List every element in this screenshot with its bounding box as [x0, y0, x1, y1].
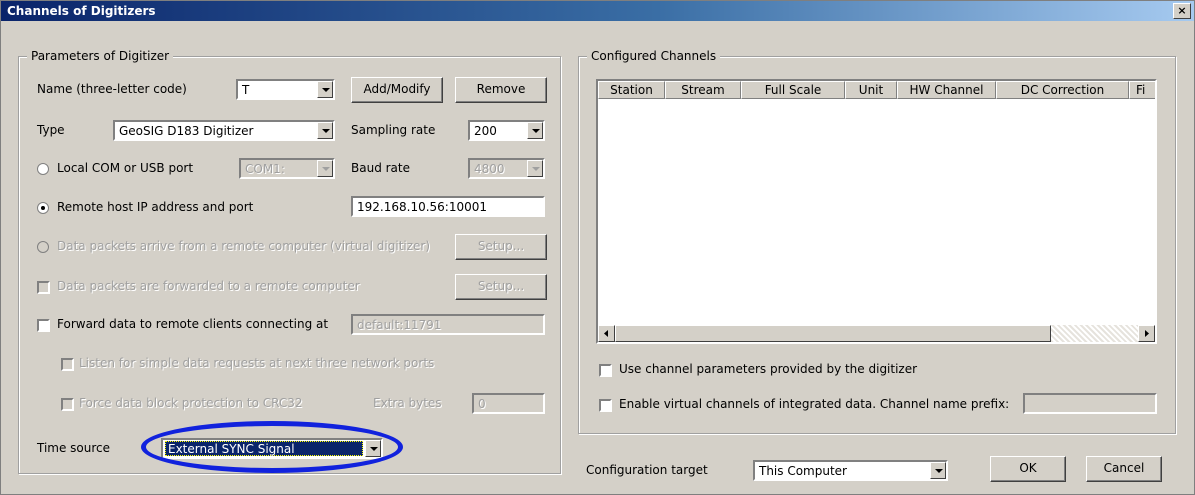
column-header-fi[interactable]: Fi — [1129, 81, 1155, 99]
crc32-label: Force data block protection to CRC32 — [79, 396, 303, 410]
channels-list[interactable]: Station Stream Full Scale Unit HW Channe… — [596, 79, 1157, 344]
arrow-left-icon — [604, 330, 608, 337]
forwarded-label: Data packets are forwarded to a remote c… — [57, 279, 360, 293]
cancel-button[interactable]: Cancel — [1086, 456, 1162, 482]
com-port-value: COM1: — [245, 162, 285, 176]
chevron-down-icon[interactable] — [527, 160, 543, 177]
scroll-left-button[interactable] — [598, 325, 615, 342]
remote-host-radio[interactable] — [37, 202, 49, 214]
chevron-down-icon[interactable] — [317, 122, 333, 139]
baud-rate-label: Baud rate — [351, 161, 410, 175]
local-port-label: Local COM or USB port — [57, 161, 194, 175]
arrow-right-icon — [1145, 330, 1149, 337]
remote-host-label: Remote host IP address and port — [57, 200, 254, 214]
config-target-value: This Computer — [759, 464, 847, 478]
listen-label: Listen for simple data requests at next … — [79, 356, 435, 370]
remote-host-value: 192.168.10.56:10001 — [357, 200, 488, 214]
scroll-thumb[interactable] — [615, 325, 1051, 342]
title-bar[interactable]: Channels of Digitizers × — [1, 1, 1194, 21]
sampling-rate-value: 200 — [474, 124, 497, 138]
add-modify-button[interactable]: Add/Modify — [351, 77, 443, 103]
type-value: GeoSIG D183 Digitizer — [119, 124, 254, 138]
column-header-unit[interactable]: Unit — [845, 81, 897, 99]
time-source-label: Time source — [37, 441, 111, 455]
remote-host-input[interactable]: 192.168.10.56:10001 — [351, 196, 545, 217]
chevron-down-icon[interactable] — [527, 122, 543, 139]
chevron-down-icon[interactable] — [930, 462, 946, 479]
name-value: T — [242, 83, 250, 97]
column-header-station[interactable]: Station — [598, 81, 665, 99]
parameters-group-title: Parameters of Digitizer — [27, 49, 174, 63]
extra-bytes-label: Extra bytes — [373, 396, 442, 410]
scroll-right-button[interactable] — [1138, 325, 1155, 342]
config-target-combo[interactable]: This Computer — [753, 460, 948, 481]
close-button[interactable]: × — [1173, 3, 1191, 19]
baud-rate-value: 4800 — [474, 162, 505, 176]
setup-virtual-button[interactable]: Setup... — [455, 234, 547, 260]
channels-group-title: Configured Channels — [587, 49, 721, 63]
listen-checkbox[interactable] — [61, 358, 74, 371]
scroll-track[interactable] — [1051, 325, 1138, 342]
type-label: Type — [37, 123, 65, 137]
sampling-rate-combo[interactable]: 200 — [468, 120, 545, 141]
dialog-window: Channels of Digitizers × Parameters of D… — [0, 0, 1195, 495]
virtual-channels-checkbox[interactable] — [599, 399, 612, 412]
column-header-hw-channel[interactable]: HW Channel — [897, 81, 996, 99]
virtual-digitizer-label: Data packets arrive from a remote comput… — [57, 239, 431, 253]
channel-prefix-input[interactable] — [1023, 393, 1157, 414]
type-combo[interactable]: GeoSIG D183 Digitizer — [113, 120, 335, 141]
com-port-combo[interactable]: COM1: — [239, 158, 335, 179]
use-params-label: Use channel parameters provided by the d… — [619, 362, 918, 376]
forward-clients-value: default:11791 — [357, 318, 442, 332]
remove-button[interactable]: Remove — [455, 77, 547, 103]
crc32-checkbox[interactable] — [61, 398, 74, 411]
column-header-stream[interactable]: Stream — [665, 81, 741, 99]
name-combo[interactable]: T — [236, 79, 335, 100]
extra-bytes-input[interactable]: 0 — [472, 393, 545, 414]
sampling-rate-label: Sampling rate — [351, 123, 436, 137]
column-header-full-scale[interactable]: Full Scale — [741, 81, 845, 99]
forward-clients-label: Forward data to remote clients connectin… — [57, 317, 329, 331]
ok-button[interactable]: OK — [990, 456, 1066, 482]
name-label: Name (three-letter code) — [37, 82, 187, 96]
local-port-radio[interactable] — [37, 163, 49, 175]
extra-bytes-value: 0 — [478, 397, 486, 411]
window-title: Channels of Digitizers — [7, 4, 156, 18]
radio-selected-dot — [41, 206, 45, 210]
config-target-label: Configuration target — [586, 463, 708, 477]
forward-clients-input[interactable]: default:11791 — [351, 314, 545, 335]
baud-rate-combo[interactable]: 4800 — [468, 158, 545, 179]
use-params-checkbox[interactable] — [599, 364, 612, 377]
forwarded-checkbox[interactable] — [37, 281, 50, 294]
chevron-down-icon[interactable] — [317, 160, 333, 177]
highlight-ellipse — [141, 421, 403, 473]
column-header-dc-correction[interactable]: DC Correction — [996, 81, 1129, 99]
virtual-channels-label: Enable virtual channels of integrated da… — [619, 397, 1010, 411]
setup-forward-button[interactable]: Setup... — [455, 274, 547, 300]
forward-clients-checkbox[interactable] — [37, 319, 50, 332]
chevron-down-icon[interactable] — [317, 81, 333, 98]
horizontal-scrollbar[interactable] — [598, 325, 1155, 342]
virtual-digitizer-radio[interactable] — [37, 241, 49, 253]
